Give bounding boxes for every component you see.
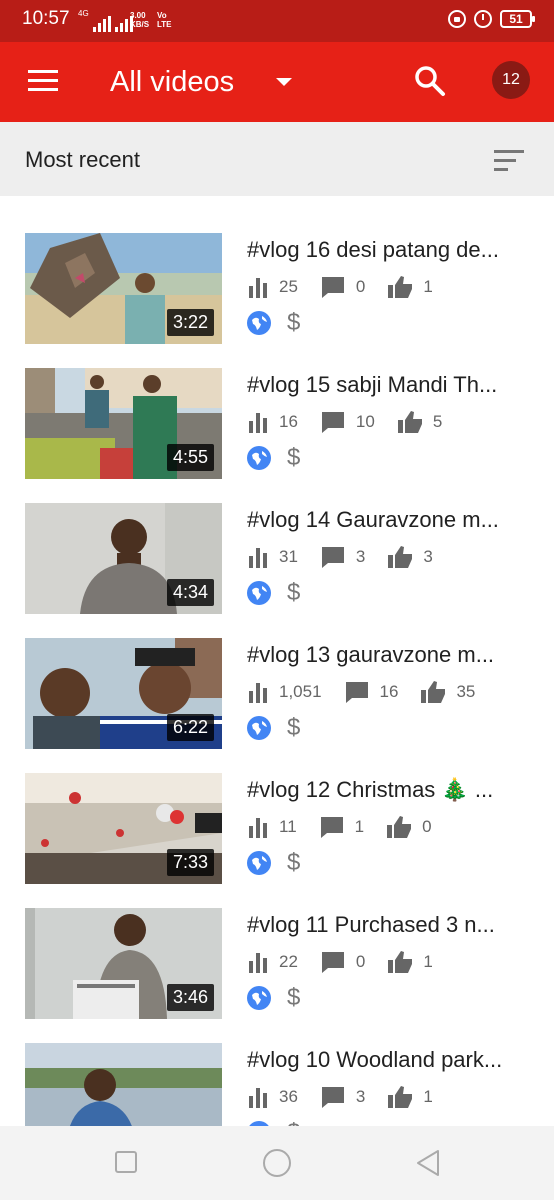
view-count: 36	[279, 1087, 298, 1106]
home-icon[interactable]	[262, 1148, 292, 1178]
bar-chart-icon	[249, 413, 267, 433]
view-count: 11	[279, 817, 297, 836]
network-speed: 3.00 KB/S	[130, 11, 150, 29]
bar-chart-icon	[249, 1088, 267, 1108]
volte-indicator: Vo LTE	[157, 11, 172, 29]
like-count: 0	[422, 817, 432, 836]
video-stats: 11 1 0	[247, 815, 454, 839]
comment-icon	[345, 682, 368, 703]
bar-chart-icon	[249, 548, 267, 568]
back-icon[interactable]	[414, 1148, 442, 1178]
filter-label: All videos	[110, 65, 235, 98]
sort-bar: Most recent	[0, 122, 554, 196]
comment-icon	[321, 412, 344, 433]
video-list: 3:22 #vlog 16 desi patang de... 25 0 1 $	[0, 196, 554, 1126]
video-item[interactable]: 4:55 #vlog 15 sabji Mandi Th... 16 10 5 …	[0, 331, 554, 479]
video-thumbnail[interactable]: 3:22	[25, 233, 222, 344]
thumbs-up-icon	[388, 951, 413, 973]
signal-bars-icon	[92, 16, 111, 32]
like-count: 3	[423, 547, 433, 566]
video-title: #vlog 13 gauravzone m...	[247, 642, 495, 667]
video-item[interactable]: 3:46 #vlog 11 Purchased 3 n... 22 0 1 $	[0, 871, 554, 1019]
view-count: 16	[279, 412, 298, 431]
comment-icon	[320, 817, 343, 838]
search-icon[interactable]	[413, 64, 447, 98]
video-thumbnail[interactable]: 3:46	[25, 908, 222, 1019]
signal-indicator: 4G	[78, 10, 133, 32]
bar-chart-icon	[249, 278, 267, 298]
sort-icon[interactable]	[494, 148, 526, 172]
system-navigation-bar	[0, 1126, 554, 1200]
bar-chart-icon	[249, 683, 267, 703]
bar-chart-icon	[249, 818, 267, 838]
like-count: 1	[423, 277, 433, 296]
video-title: #vlog 11 Purchased 3 n...	[247, 912, 495, 937]
network-type: 4G	[78, 9, 89, 18]
video-title: #vlog 14 Gauravzone m...	[247, 507, 499, 532]
view-count: 22	[279, 952, 298, 971]
like-count: 1	[423, 952, 433, 971]
like-count: 1	[423, 1087, 433, 1106]
video-item[interactable]: 3:22 #vlog 16 desi patang de... 25 0 1 $	[0, 196, 554, 344]
thumbs-up-icon	[421, 681, 446, 703]
video-stats: 1,051 16 35	[247, 680, 497, 704]
thumbs-up-icon	[397, 411, 422, 433]
app-bar: All videos 12	[0, 42, 554, 122]
sort-label: Most recent	[25, 147, 140, 172]
thumbs-up-icon	[388, 546, 413, 568]
video-thumbnail[interactable]: 6:22	[25, 638, 222, 749]
lock-icon	[448, 10, 466, 28]
battery-icon: 51	[500, 10, 535, 28]
comment-count: 1	[354, 817, 365, 836]
video-item[interactable]: #vlog 10 Woodland park... 36 3 1 $	[0, 1006, 554, 1126]
video-thumbnail[interactable]	[25, 1043, 222, 1126]
video-stats: 25 0 1	[247, 275, 455, 299]
comment-icon	[321, 547, 344, 568]
video-item[interactable]: 6:22 #vlog 13 gauravzone m... 1,051 16 3…	[0, 601, 554, 749]
video-title: #vlog 16 desi patang de...	[247, 237, 499, 262]
video-thumbnail[interactable]: 4:34	[25, 503, 222, 614]
comment-icon	[321, 277, 344, 298]
comment-count: 10	[355, 412, 375, 431]
thumbs-up-icon	[388, 276, 413, 298]
thumbs-up-icon	[387, 816, 412, 838]
status-bar: 10:57 4G 3.00 KB/S Vo LTE 51	[0, 0, 554, 42]
comment-icon	[321, 952, 344, 973]
comment-count: 0	[355, 277, 366, 296]
menu-icon[interactable]	[26, 68, 60, 94]
comment-count: 0	[355, 952, 366, 971]
comment-icon	[321, 1087, 344, 1108]
video-title: #vlog 12 Christmas 🎄 ...	[247, 777, 494, 802]
video-item[interactable]: 4:34 #vlog 14 Gauravzone m... 31 3 3 $	[0, 466, 554, 614]
comment-count: 3	[355, 1087, 366, 1106]
video-stats: 31 3 3	[247, 545, 455, 569]
view-count: 25	[279, 277, 298, 296]
video-thumbnail[interactable]: 7:33	[25, 773, 222, 884]
video-title: #vlog 10 Woodland park...	[247, 1047, 503, 1072]
thumbs-up-icon	[388, 1086, 413, 1108]
video-item[interactable]: 7:33 #vlog 12 Christmas 🎄 ... 11 1 0 $	[0, 736, 554, 884]
video-stats: 16 10 5	[247, 410, 464, 434]
recent-apps-icon[interactable]	[114, 1150, 138, 1174]
video-thumbnail[interactable]: 4:55	[25, 368, 222, 479]
like-count: 5	[432, 412, 443, 431]
like-count: 35	[456, 682, 476, 701]
video-filter-dropdown[interactable]: All videos	[110, 62, 293, 102]
dropdown-caret-icon	[276, 78, 293, 86]
alarm-icon	[474, 10, 492, 28]
view-count: 31	[279, 547, 298, 566]
bar-chart-icon	[249, 953, 267, 973]
account-avatar[interactable]: 12	[492, 61, 530, 99]
video-stats: 36 3 1	[247, 1085, 455, 1109]
video-stats: 22 0 1	[247, 950, 455, 974]
comment-count: 16	[379, 682, 399, 701]
status-time: 10:57	[22, 8, 70, 29]
comment-count: 3	[355, 547, 366, 566]
video-title: #vlog 15 sabji Mandi Th...	[247, 372, 498, 397]
view-count: 1,051	[279, 682, 322, 701]
